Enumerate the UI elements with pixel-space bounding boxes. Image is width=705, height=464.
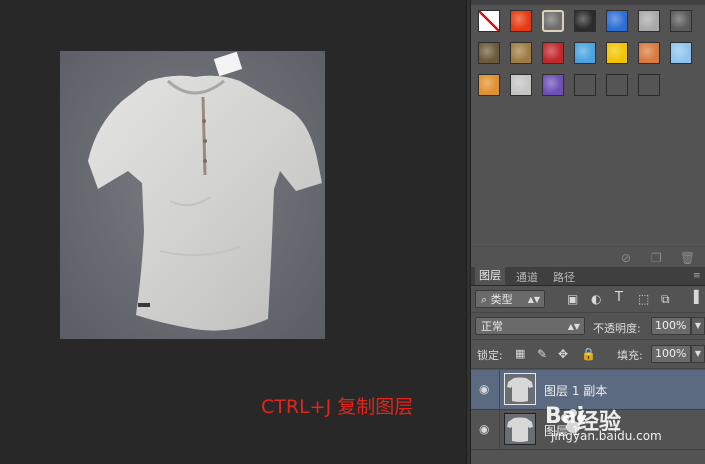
lock-position-icon[interactable]: ✥ xyxy=(558,347,568,361)
sunset-style-swatch[interactable] xyxy=(478,74,500,96)
watermark-url: jingyan.baidu.com xyxy=(551,429,662,443)
purple-style-swatch[interactable] xyxy=(542,74,564,96)
right-panels: ⊘ ❐ 🗑 图层 通道 路径 ≡ ⌕ 类型 ▲▼ ▣ ◐ T ⬚ ⧉ ▌ 正常 … xyxy=(471,0,705,464)
bronze-style-swatch[interactable] xyxy=(478,42,500,64)
filter-toggle-icon[interactable]: ▌ xyxy=(694,290,703,304)
gray-style-swatch[interactable] xyxy=(638,10,660,32)
default-frame-style-swatch[interactable] xyxy=(542,10,564,32)
fill-label: 填充: xyxy=(617,349,643,362)
none-style-swatch[interactable] xyxy=(478,10,500,32)
layers-panel-tabs: 图层 通道 路径 ≡ xyxy=(471,267,705,286)
layer-filter-label: 类型 xyxy=(490,293,513,306)
red-glow-style-swatch[interactable] xyxy=(510,10,532,32)
delete-style-icon[interactable]: 🗑 xyxy=(680,251,695,265)
lock-all-icon[interactable]: 🔒 xyxy=(581,347,596,361)
fill-input[interactable]: 100% xyxy=(651,345,691,363)
styles-panel-footer: ⊘ ❐ 🗑 xyxy=(471,246,705,267)
empty-style-1-swatch[interactable] xyxy=(574,74,596,96)
tab-channels[interactable]: 通道 xyxy=(512,269,542,285)
filter-shape-icon[interactable]: ⬚ xyxy=(638,292,649,306)
layer-name[interactable]: 图层 1 副本 xyxy=(544,382,607,399)
clear-style-icon[interactable]: ⊘ xyxy=(621,251,631,265)
sky-blue-style-swatch[interactable] xyxy=(670,42,692,64)
filter-type-icon[interactable]: T xyxy=(615,291,623,305)
blend-mode-value: 正常 xyxy=(481,320,503,333)
red-button-style-swatch[interactable] xyxy=(542,42,564,64)
blend-mode-select[interactable]: 正常 ▲▼ xyxy=(475,317,585,335)
filter-pixel-icon[interactable]: ▣ xyxy=(567,292,578,306)
new-style-icon[interactable]: ❐ xyxy=(651,251,662,265)
gold-gradient-style-swatch[interactable] xyxy=(510,42,532,64)
lock-transparent-icon[interactable]: ▦ xyxy=(515,347,525,361)
tshirt-image xyxy=(88,51,322,331)
layer-filter-select[interactable]: ⌕ 类型 ▲▼ xyxy=(475,290,545,308)
opacity-label: 不透明度: xyxy=(593,322,641,335)
lock-image-icon[interactable]: ✎ xyxy=(537,347,547,361)
orange-gradient-style-swatch[interactable] xyxy=(638,42,660,64)
chrome-button-style-swatch[interactable] xyxy=(574,10,596,32)
document-canvas-area[interactable]: CTRL+J 复制图层 xyxy=(0,0,466,464)
filter-smart-object-icon[interactable]: ⧉ xyxy=(661,292,670,306)
eye-icon[interactable]: ◉ xyxy=(479,422,489,436)
caption-text: CTRL+J 复制图层 xyxy=(261,396,414,418)
opacity-dropdown-button[interactable]: ▼ xyxy=(691,317,705,335)
separator xyxy=(471,368,705,369)
styles-panel-tabs xyxy=(471,0,705,5)
blend-arrows-icon: ▲▼ xyxy=(567,322,580,331)
empty-style-2-swatch[interactable] xyxy=(606,74,628,96)
eye-icon[interactable]: ◉ xyxy=(479,382,489,396)
blue-glass-style-swatch[interactable] xyxy=(606,10,628,32)
separator xyxy=(471,312,705,313)
panel-menu-icon[interactable]: ≡ xyxy=(693,269,701,283)
opacity-input[interactable]: 100% xyxy=(651,317,691,335)
lock-label: 锁定: xyxy=(477,349,503,362)
search-icon: ⌕ xyxy=(481,293,491,306)
fill-dropdown-button[interactable]: ▼ xyxy=(691,345,705,363)
tab-paths[interactable]: 路径 xyxy=(549,269,579,285)
rainbow-style-swatch[interactable] xyxy=(574,42,596,64)
filter-adjustment-icon[interactable]: ◐ xyxy=(591,292,601,306)
dark-gray-style-swatch[interactable] xyxy=(670,10,692,32)
filter-arrows-icon: ▲▼ xyxy=(527,295,540,304)
noise-style-swatch[interactable] xyxy=(510,74,532,96)
separator xyxy=(471,339,705,340)
document-image[interactable] xyxy=(60,51,325,339)
yellow-bevel-style-swatch[interactable] xyxy=(606,42,628,64)
empty-style-3-swatch[interactable] xyxy=(638,74,660,96)
tab-layers[interactable]: 图层 xyxy=(475,267,505,285)
